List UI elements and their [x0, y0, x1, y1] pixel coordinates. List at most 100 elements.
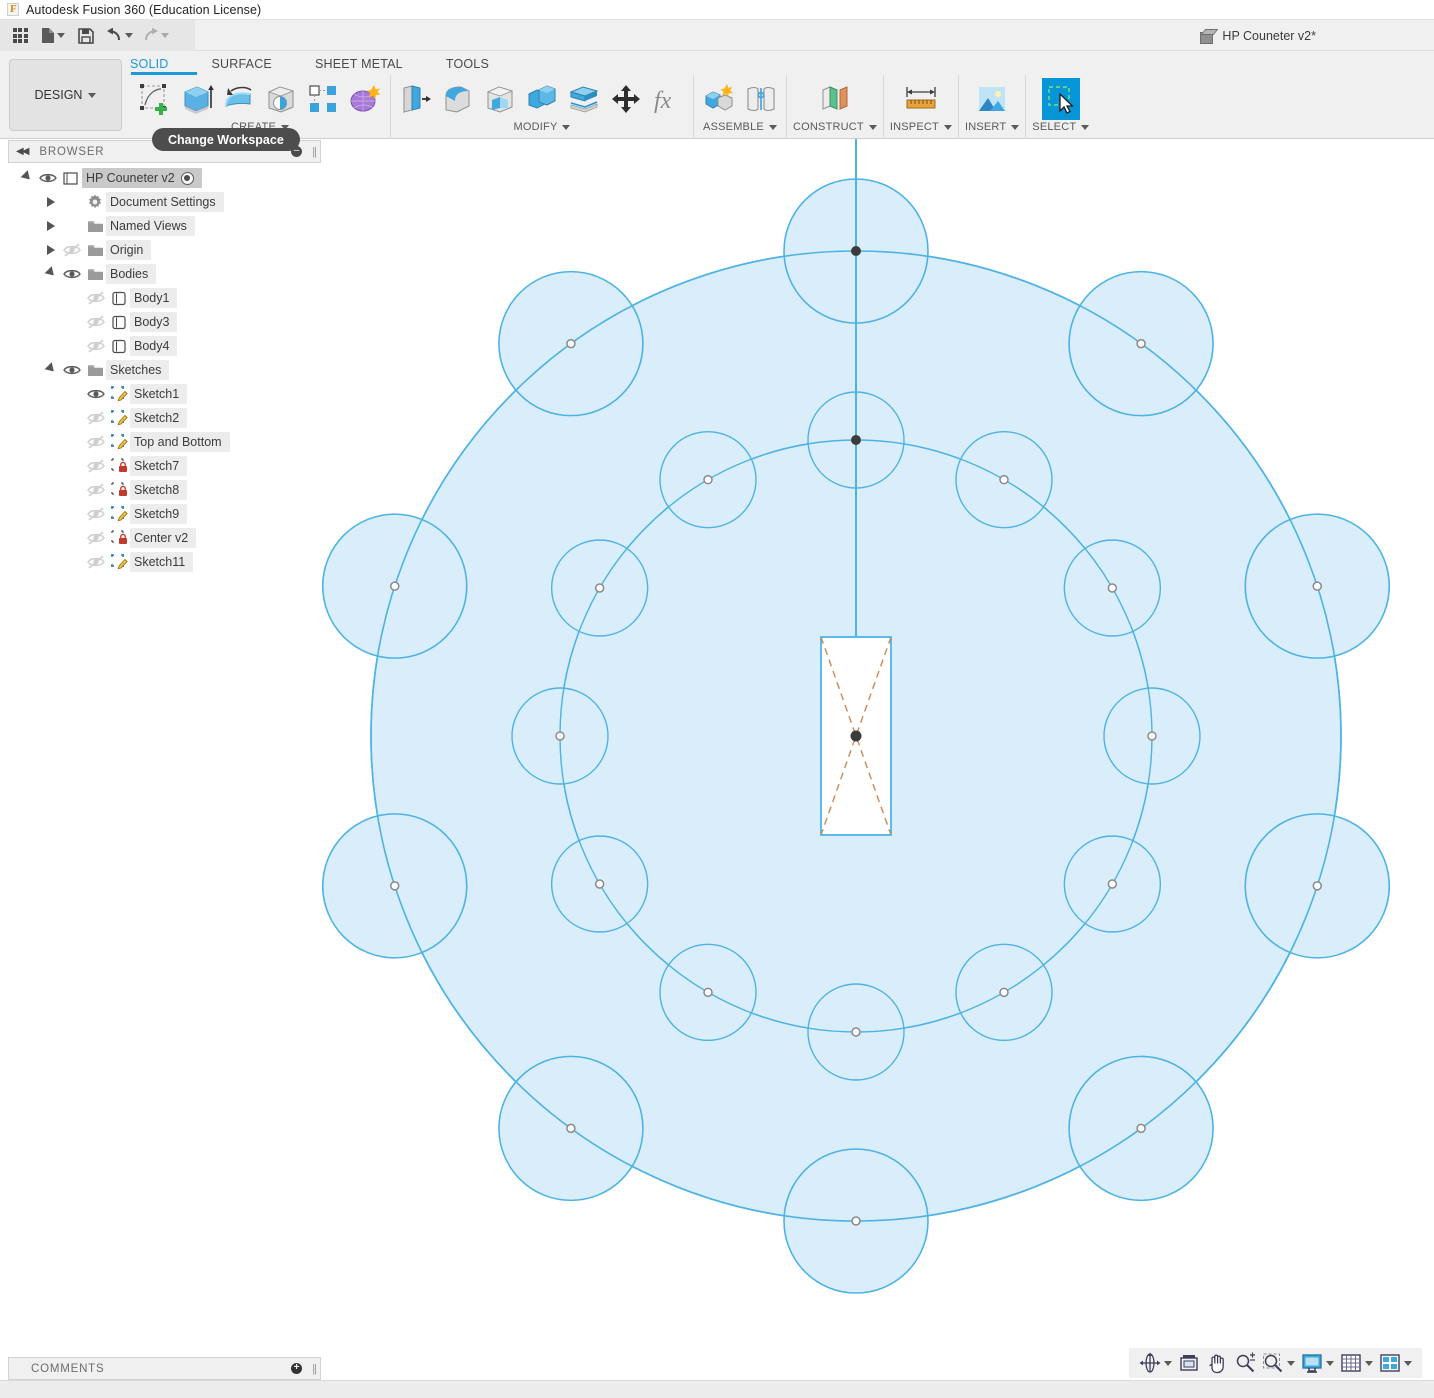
zoom-button[interactable] [1232, 1350, 1258, 1376]
visibility-toggle-icon[interactable] [60, 266, 84, 282]
save-button[interactable] [72, 23, 100, 49]
visibility-toggle-icon[interactable] [36, 170, 60, 186]
look-at-button[interactable] [1176, 1350, 1202, 1376]
visibility-toggle-icon[interactable] [84, 434, 108, 450]
insert-image-button[interactable] [973, 78, 1011, 120]
collapse-arrow-icon[interactable] [18, 170, 36, 183]
visibility-toggle-icon[interactable] [84, 506, 108, 522]
visibility-toggle-icon[interactable] [84, 554, 108, 570]
panel-assemble-label[interactable]: ASSEMBLE [703, 121, 777, 133]
tree-item-sketch9[interactable]: Sketch9 [8, 504, 321, 524]
tree-item-sketches[interactable]: Sketches [8, 360, 321, 380]
panel-insert-label[interactable]: INSERT [965, 121, 1020, 133]
measure-button[interactable] [902, 78, 940, 120]
panel-inspect-text: INSPECT [889, 121, 939, 133]
panel-construct-label[interactable]: CONSTRUCT [793, 121, 877, 133]
joint-button[interactable] [742, 78, 780, 120]
visibility-toggle-icon[interactable] [84, 530, 108, 546]
app-grid-button[interactable] [6, 23, 34, 49]
tree-item-sketch8[interactable]: Sketch8 [8, 480, 321, 500]
visibility-toggle-icon[interactable] [60, 362, 84, 378]
viewport-layout-button[interactable] [1377, 1350, 1414, 1376]
tree-item-origin[interactable]: Origin [8, 240, 321, 260]
expand-arrow-icon[interactable] [42, 245, 60, 255]
redo-button[interactable] [138, 23, 172, 49]
document-tab[interactable]: HP Couneter v2* [1190, 25, 1326, 47]
tab-tools[interactable]: TOOLS [446, 53, 489, 77]
cube-icon [1200, 29, 1215, 44]
panel-inspect-label[interactable]: INSPECT [890, 121, 952, 133]
visibility-toggle-icon[interactable] [84, 386, 108, 402]
shell-button[interactable] [481, 78, 519, 120]
visibility-toggle-icon[interactable] [84, 314, 108, 330]
offset-plane-button[interactable] [816, 78, 854, 120]
new-file-button[interactable] [36, 23, 70, 49]
sketch-locked-icon [108, 458, 130, 474]
display-settings-button[interactable] [1299, 1350, 1336, 1376]
tree-item-hp-couneter-v2[interactable]: HP Couneter v2 [8, 168, 321, 188]
chevron-down-icon [1164, 1360, 1172, 1366]
tree-item-document-settings[interactable]: Document Settings [8, 192, 321, 212]
tree-item-bodies[interactable]: Bodies [8, 264, 321, 284]
hole-button[interactable] [262, 78, 300, 120]
extrude-button[interactable] [178, 78, 216, 120]
tree-item-sketch1[interactable]: Sketch1 [8, 384, 321, 404]
split-face-icon [569, 86, 599, 113]
orbit-icon [1139, 1352, 1161, 1373]
new-component-icon [705, 84, 733, 111]
tree-item-center-v2[interactable]: Center v2 [8, 528, 321, 548]
tab-sheet-metal[interactable]: SHEET METAL [315, 53, 403, 77]
tree-item-body4[interactable]: Body4 [8, 336, 321, 356]
visibility-toggle-icon[interactable] [84, 290, 108, 306]
visibility-toggle-icon[interactable] [60, 242, 84, 258]
monitor-display-icon [1302, 1354, 1322, 1373]
orbit-button[interactable] [1137, 1350, 1174, 1376]
split-face-button[interactable] [565, 78, 603, 120]
activate-component-radio[interactable] [180, 171, 194, 185]
visibility-toggle-icon[interactable] [84, 338, 108, 354]
press-pull-button[interactable] [397, 78, 435, 120]
collapse-arrow-icon[interactable] [42, 362, 60, 375]
panel-select-label[interactable]: SELECT [1032, 121, 1090, 133]
rectangular-pattern-button[interactable] [304, 78, 342, 120]
create-sketch-button[interactable] [136, 78, 174, 120]
grip-icon[interactable]: || [312, 146, 317, 158]
combine-button[interactable] [523, 78, 561, 120]
grip-icon[interactable]: || [312, 1363, 317, 1375]
select-window-button[interactable] [1041, 78, 1080, 120]
visibility-toggle-icon[interactable] [84, 458, 108, 474]
visibility-toggle-icon[interactable] [84, 410, 108, 426]
tree-item-body1[interactable]: Body1 [8, 288, 321, 308]
tree-item-sketch7[interactable]: Sketch7 [8, 456, 321, 476]
grid-icon [12, 28, 28, 43]
expand-arrow-icon[interactable] [42, 197, 60, 207]
combine-icon [528, 85, 556, 109]
tree-item-named-views[interactable]: Named Views [8, 216, 321, 236]
workspace-selector[interactable]: DESIGN [9, 59, 122, 131]
collapse-arrow-icon[interactable] [42, 266, 60, 279]
revolve-button[interactable] [220, 78, 258, 120]
double-chevron-left-icon[interactable]: ◀◀ [16, 146, 29, 157]
fit-button[interactable] [1260, 1350, 1297, 1376]
status-bar [0, 1380, 1434, 1398]
tree-item-sketch2[interactable]: Sketch2 [8, 408, 321, 428]
chevron-down-icon [768, 124, 777, 130]
expand-arrow-icon[interactable] [42, 221, 60, 231]
tree-item-sketch11[interactable]: Sketch11 [8, 552, 321, 572]
visibility-toggle-icon[interactable] [84, 482, 108, 498]
undo-arrow-icon [106, 28, 120, 41]
change-parameters-button[interactable]: fx [649, 78, 687, 120]
panel-select-tools [1041, 75, 1080, 120]
panel-modify-label[interactable]: MODIFY [514, 121, 571, 133]
new-component-button[interactable] [700, 78, 738, 120]
tab-surface[interactable]: SURFACE [212, 53, 272, 77]
tree-item-top-and-bottom[interactable]: Top and Bottom [8, 432, 321, 452]
pan-button[interactable] [1204, 1350, 1230, 1376]
grid-snaps-button[interactable] [1338, 1350, 1375, 1376]
plus-circle-icon[interactable]: + [291, 1363, 302, 1374]
move-copy-button[interactable] [607, 78, 645, 120]
tree-item-body3[interactable]: Body3 [8, 312, 321, 332]
undo-button[interactable] [102, 23, 136, 49]
create-form-button[interactable] [346, 78, 384, 120]
fillet-button[interactable] [439, 78, 477, 120]
